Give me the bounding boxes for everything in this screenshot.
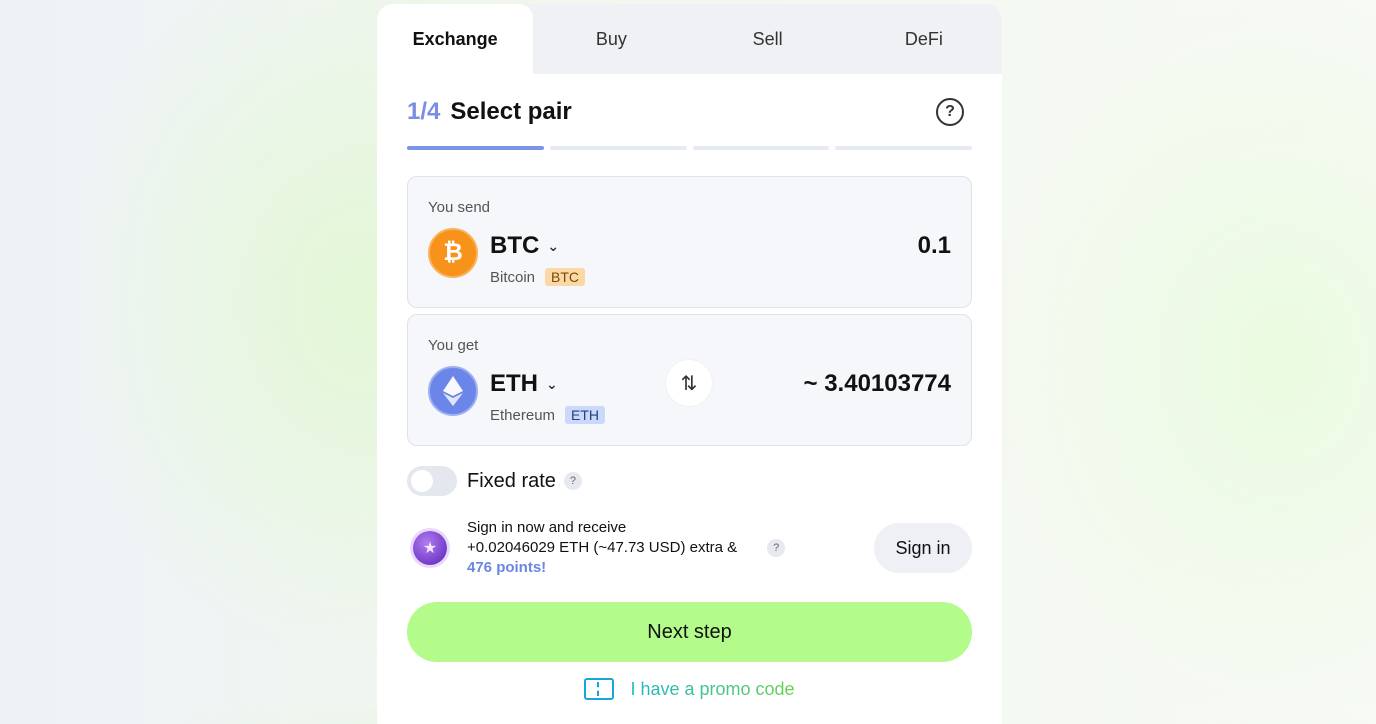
get-network-badge: ETH: [565, 406, 606, 424]
send-panel: You send ₿ BTC ⌄ Bitcoin BTC 0.1: [407, 176, 972, 308]
tab-bar: Exchange Buy Sell DeFi: [377, 4, 1002, 74]
ethereum-icon: [428, 366, 478, 416]
send-amount-input[interactable]: 0.1: [918, 232, 951, 260]
fixed-rate-label: Fixed rate: [467, 469, 556, 492]
chevron-down-icon[interactable]: ⌄: [547, 238, 559, 255]
progress-segment-1: [407, 146, 544, 150]
fixed-rate-toggle[interactable]: [407, 466, 457, 496]
tab-sell[interactable]: Sell: [690, 4, 846, 74]
toggle-knob: [411, 470, 433, 492]
promo-points: 476 points!: [467, 559, 547, 576]
step-progress: [407, 146, 972, 150]
progress-segment-4: [835, 146, 972, 150]
ticket-icon: [584, 678, 615, 700]
swap-icon[interactable]: ⇅: [666, 360, 712, 406]
send-asset-row: ₿ BTC ⌄ Bitcoin BTC 0.1: [428, 228, 951, 286]
promo-text: Sign in now and receive +0.02046029 ETH …: [467, 518, 737, 578]
promo-code-link[interactable]: I have a promo code: [407, 678, 972, 700]
send-ticker: BTC: [490, 232, 540, 259]
chevron-down-icon[interactable]: ⌄: [546, 376, 558, 393]
fixed-rate-row: Fixed rate ?: [407, 466, 972, 496]
signin-promo: ★ Sign in now and receive +0.02046029 ET…: [407, 518, 972, 578]
promo-help-icon[interactable]: ?: [767, 539, 786, 557]
next-step-button[interactable]: Next step: [407, 602, 972, 662]
send-currency-name: Bitcoin: [490, 268, 536, 286]
get-label: You get: [428, 337, 479, 354]
gem-icon: ★: [413, 531, 447, 565]
step-title: Select pair: [450, 98, 572, 125]
bitcoin-icon: ₿: [428, 228, 478, 278]
sign-in-button[interactable]: Sign in: [874, 523, 972, 573]
exchange-widget: Exchange Buy Sell DeFi 1/4 Select pair ?…: [377, 4, 1002, 724]
progress-segment-2: [549, 146, 687, 150]
progress-segment-3: [692, 146, 830, 150]
help-icon[interactable]: ?: [936, 98, 964, 126]
step-header: 1/4 Select pair ?: [407, 74, 972, 150]
exchange-form: 1/4 Select pair ? You send ₿ BTC ⌄ Bitco: [377, 74, 1002, 700]
send-label: You send: [428, 199, 491, 216]
fixed-rate-help-icon[interactable]: ?: [563, 472, 582, 490]
get-currency-selector[interactable]: ETH ⌄ Ethereum ETH: [490, 370, 606, 424]
send-network-badge: BTC: [545, 268, 586, 286]
tab-exchange[interactable]: Exchange: [377, 4, 534, 74]
promo-line-2: +0.02046029 ETH (~47.73 USD) extra &: [467, 539, 738, 556]
step-number: 1/4: [407, 98, 441, 125]
send-currency-selector[interactable]: BTC ⌄ Bitcoin BTC: [490, 232, 586, 286]
tab-buy[interactable]: Buy: [533, 4, 689, 74]
tab-defi[interactable]: DeFi: [846, 4, 1002, 74]
get-currency-name: Ethereum: [490, 406, 556, 424]
promo-code-label: I have a promo code: [630, 678, 795, 699]
ethereum-logo-icon: [443, 376, 463, 406]
get-amount: ~ 3.40103774: [803, 370, 951, 397]
get-ticker: ETH: [490, 370, 538, 397]
promo-line-1: Sign in now and receive: [467, 519, 627, 536]
